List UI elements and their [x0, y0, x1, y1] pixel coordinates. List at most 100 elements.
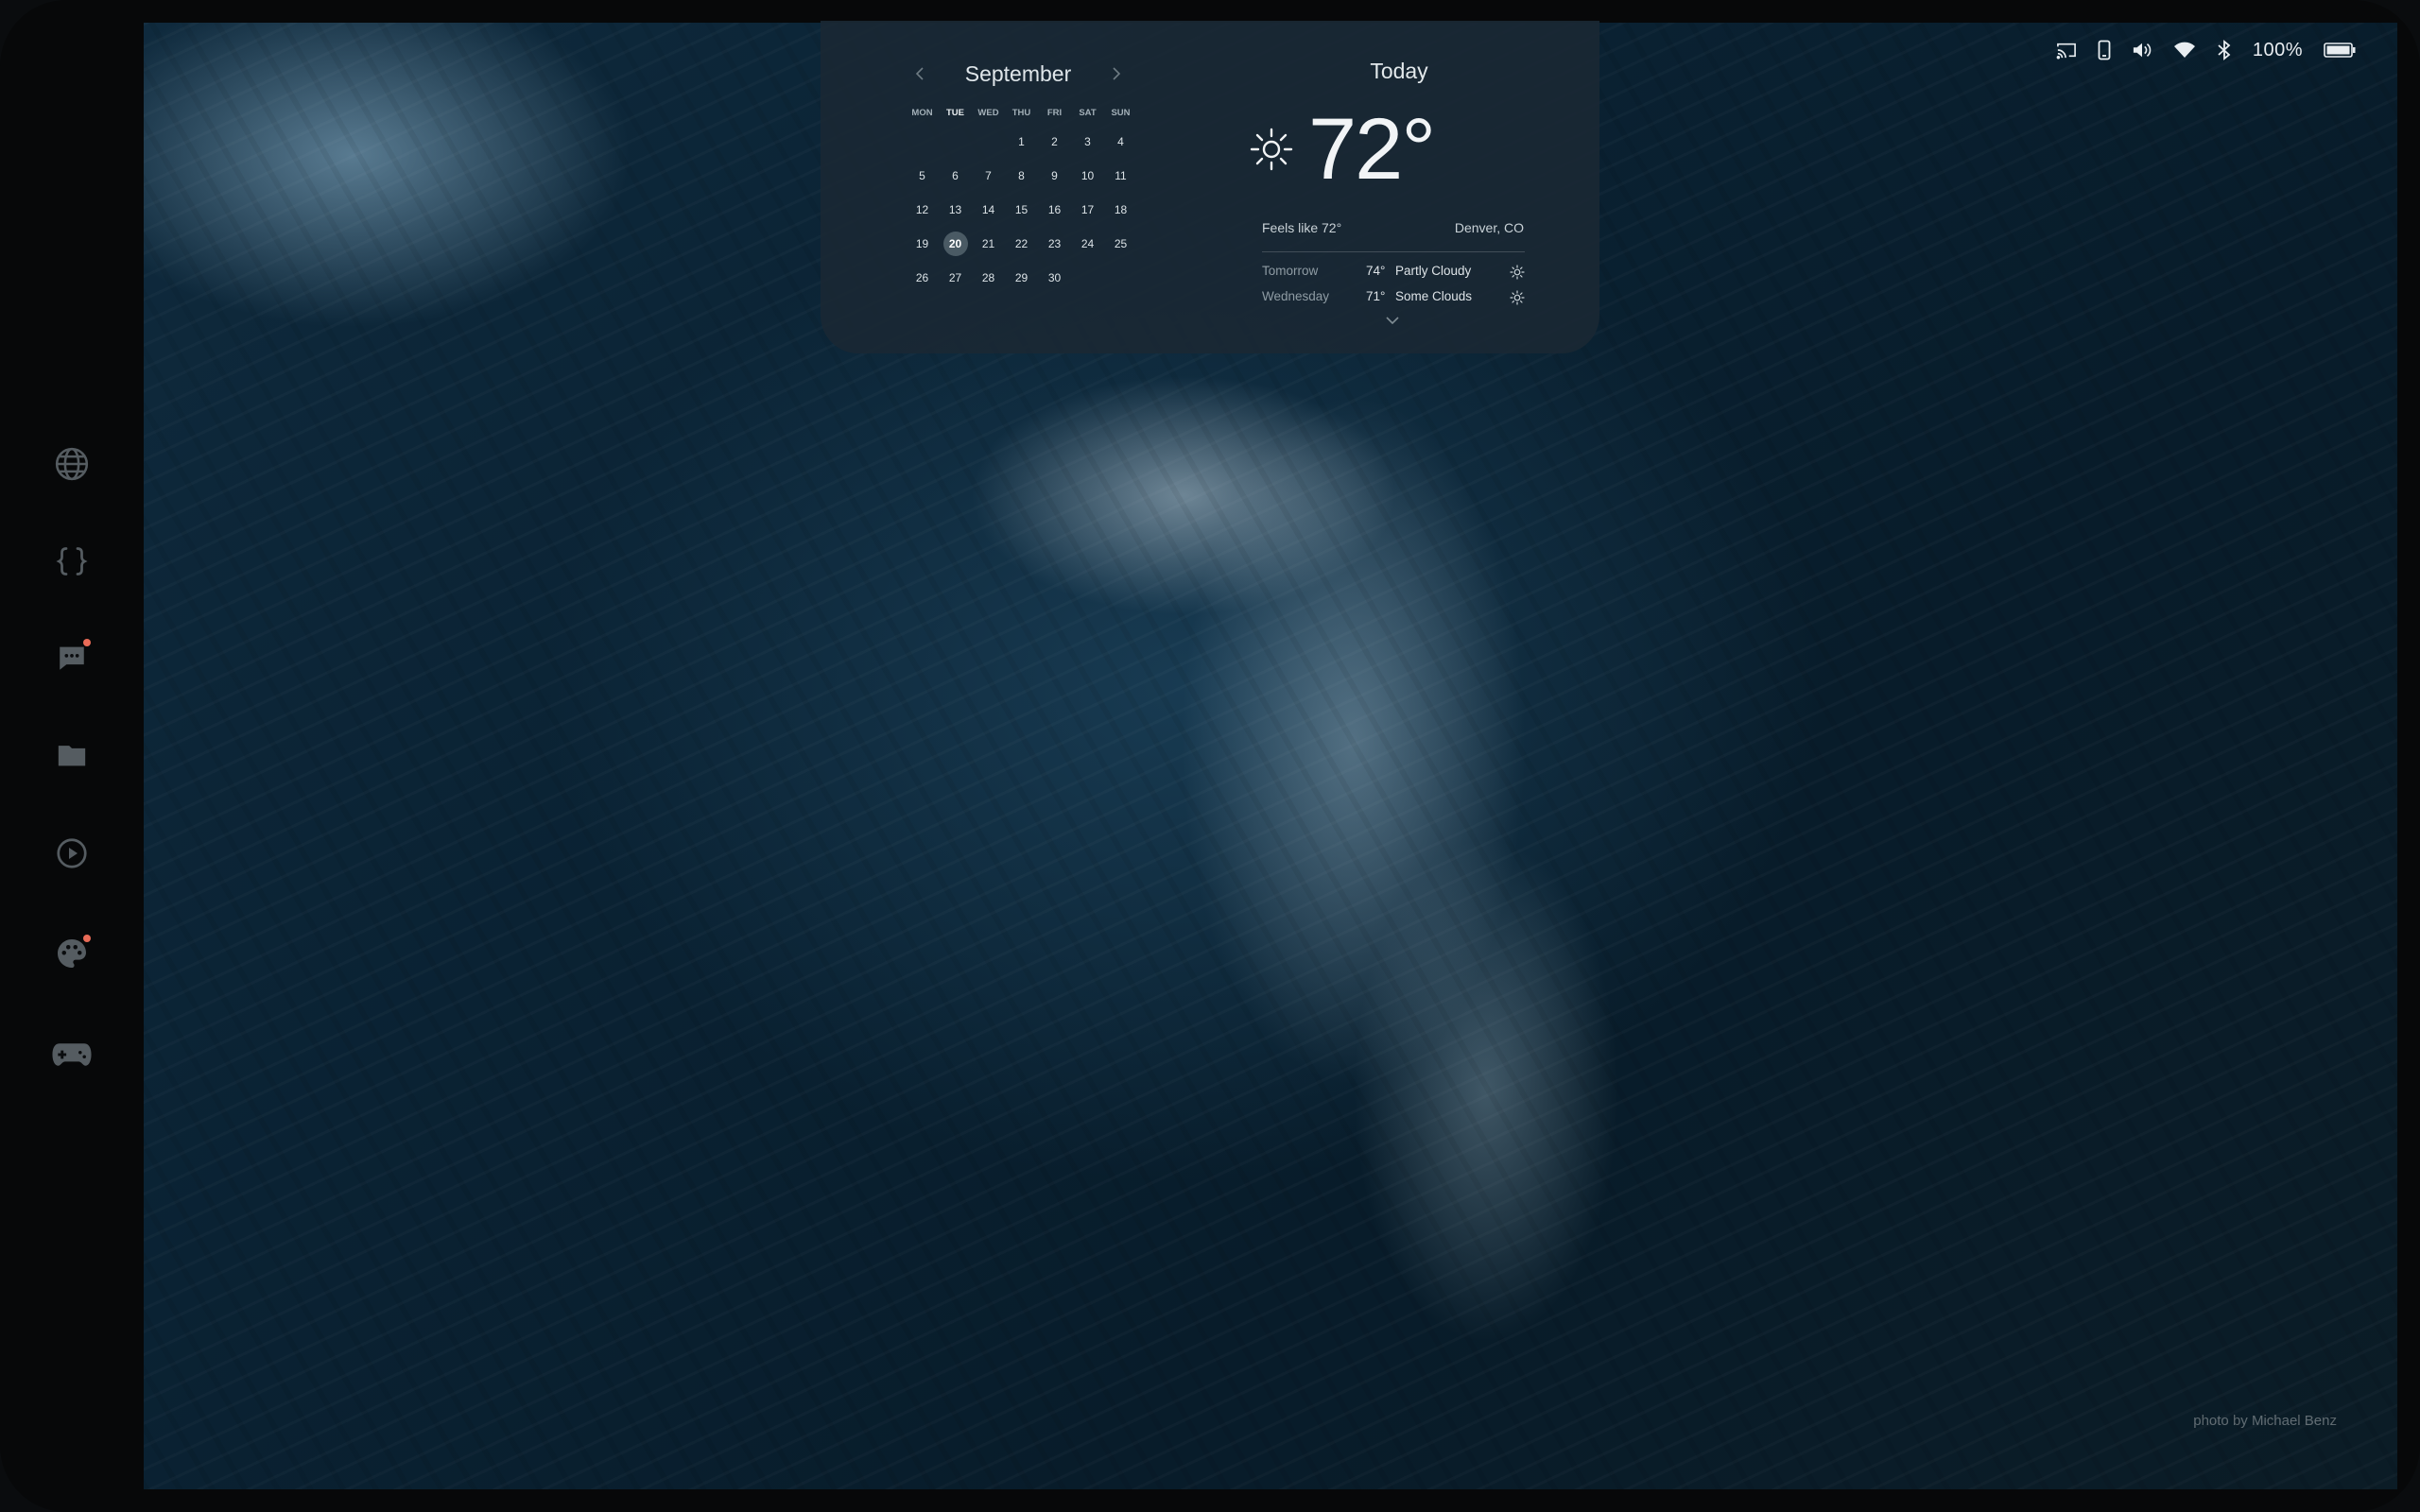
calendar-day[interactable]: 25 [1104, 227, 1137, 261]
wifi-icon[interactable] [2173, 41, 2196, 60]
calendar-day-number: 15 [1014, 203, 1028, 216]
chat-icon [60, 646, 84, 670]
weekday-header: FRI [1046, 108, 1063, 118]
calendar-grid: MON TUE WED THU FRI SAT SUN 1 2 3 4 5 6 7 8 9 10 11 12 13 14… [906, 102, 1137, 295]
calendar-day-number: 8 [1018, 169, 1025, 182]
dock-item-media[interactable] [49, 831, 95, 876]
next-month-button[interactable] [1106, 63, 1127, 84]
calendar-day [906, 125, 939, 159]
calendar-day-number: 6 [952, 169, 959, 182]
calendar-day[interactable]: 15 [1005, 193, 1038, 227]
calendar-day-number: 30 [1047, 271, 1062, 284]
calendar-month: September [964, 60, 1072, 86]
forecast-condition: Partly Cloudy [1395, 264, 1472, 278]
gamepad-icon [52, 1043, 92, 1066]
calendar-day-number: 7 [985, 169, 992, 182]
bluetooth-icon[interactable] [2217, 40, 2232, 60]
sun-icon [1510, 290, 1525, 305]
status-bar: 100% [2056, 36, 2356, 64]
volume-icon[interactable] [2132, 41, 2152, 60]
calendar-day [939, 125, 972, 159]
prev-month-button[interactable] [909, 63, 930, 84]
calendar-day-number: 14 [981, 203, 995, 216]
forecast-temp: 74° [1366, 264, 1386, 278]
calendar-day-number: 25 [1114, 237, 1128, 250]
calendar-day[interactable]: 7 [972, 159, 1005, 193]
battery-icon[interactable] [2324, 42, 2356, 59]
calendar-day-number: 10 [1080, 169, 1095, 182]
calendar-day[interactable]: 18 [1104, 193, 1137, 227]
calendar-day[interactable]: 16 [1038, 193, 1071, 227]
calendar-day[interactable]: 2 [1038, 125, 1071, 159]
calendar-day-number: 24 [1080, 237, 1095, 250]
calendar-day[interactable]: 3 [1071, 125, 1104, 159]
calendar-day-number: 5 [919, 169, 925, 182]
calendar-day-number: 22 [1014, 237, 1028, 250]
calendar-day[interactable]: 23 [1038, 227, 1071, 261]
calendar-day [972, 125, 1005, 159]
notification-dot [83, 935, 91, 942]
weekday-header: MON [911, 108, 933, 118]
calendar-day[interactable]: 11 [1104, 159, 1137, 193]
calendar-day[interactable]: 9 [1038, 159, 1071, 193]
calendar-day[interactable]: 26 [906, 261, 939, 295]
dock-item-files[interactable] [49, 732, 95, 778]
dock-item-browser[interactable] [49, 441, 95, 487]
calendar-day[interactable]: 12 [906, 193, 939, 227]
dock-item-messages[interactable] [49, 635, 95, 680]
calendar-day[interactable]: 19 [906, 227, 939, 261]
calendar-day[interactable]: 1 [1005, 125, 1038, 159]
calendar-day-number: 23 [1047, 237, 1062, 250]
calendar-day[interactable]: 28 [972, 261, 1005, 295]
calendar-day-number: 11 [1115, 169, 1127, 182]
forecast-temp: 71° [1366, 289, 1386, 303]
calendar-day[interactable]: 24 [1071, 227, 1104, 261]
code-braces-icon [56, 547, 88, 576]
calendar-day[interactable]: 30 [1038, 261, 1071, 295]
chevron-down-icon[interactable] [1386, 316, 1399, 325]
calendar-day[interactable]: 14 [972, 193, 1005, 227]
calendar-day[interactable]: 8 [1005, 159, 1038, 193]
cast-icon[interactable] [2056, 41, 2077, 60]
calendar-day[interactable]: 17 [1071, 193, 1104, 227]
play-circle-icon [57, 838, 87, 868]
forecast-row: Tomorrow 74° Partly Cloudy [1262, 264, 1525, 284]
forecast-day: Wednesday [1262, 289, 1330, 303]
calendar-day-number: 2 [1051, 135, 1058, 148]
calendar-day[interactable]: 29 [1005, 261, 1038, 295]
calendar-day-number: 28 [981, 271, 995, 284]
calendar-day[interactable]: 22 [1005, 227, 1038, 261]
folder-icon [58, 746, 86, 766]
calendar-day-number: 27 [948, 271, 962, 284]
globe-icon [55, 447, 89, 481]
battery-percent: 100% [2252, 39, 2303, 60]
weekday-header: THU [1011, 108, 1031, 118]
calendar-day[interactable]: 10 [1071, 159, 1104, 193]
calendar-day[interactable]: 5 [906, 159, 939, 193]
calendar-day-number: 13 [948, 203, 962, 216]
calendar-day[interactable]: 27 [939, 261, 972, 295]
calendar-day [1104, 261, 1137, 295]
dock-item-themes[interactable] [49, 931, 95, 976]
weather-location[interactable]: Denver, CO [1418, 220, 1524, 235]
calendar-day-number: 18 [1114, 203, 1128, 216]
calendar-day[interactable]: 13 [939, 193, 972, 227]
calendar-day-number: 9 [1051, 169, 1058, 182]
device-screen: photo by Michael Benz 100% September MON… [0, 0, 2420, 1512]
calendar-day[interactable]: 21 [972, 227, 1005, 261]
phone-icon[interactable] [2098, 40, 2111, 60]
calendar-day-today[interactable]: 20 [939, 227, 972, 261]
calendar-day-number: 20 [948, 237, 962, 250]
calendar-day-number: 1 [1018, 135, 1025, 148]
calendar-day-number: 16 [1047, 203, 1062, 216]
calendar-day-number: 12 [915, 203, 929, 216]
chevron-left-icon [915, 67, 924, 80]
dock-item-games[interactable] [49, 1032, 95, 1077]
calendar-day-number: 26 [915, 271, 929, 284]
calendar-day[interactable]: 6 [939, 159, 972, 193]
calendar-day-number: 29 [1014, 271, 1028, 284]
dock-item-code[interactable] [49, 539, 95, 584]
calendar-header: September [909, 59, 1127, 89]
calendar-day[interactable]: 4 [1104, 125, 1137, 159]
weekday-header: WED [977, 108, 999, 118]
